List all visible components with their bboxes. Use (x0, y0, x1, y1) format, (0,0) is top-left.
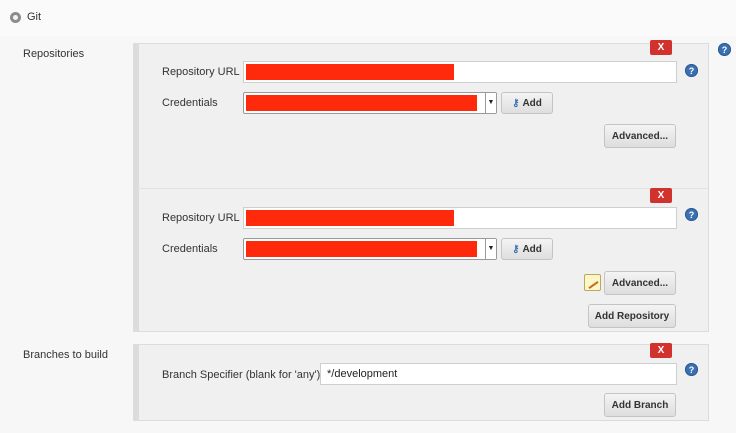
repository-url-help-icon[interactable]: ? (685, 208, 698, 221)
repository-url-label: Repository URL (162, 66, 240, 78)
repositories-help-icon[interactable]: ? (718, 43, 731, 56)
delete-branch-button[interactable]: X (650, 343, 672, 358)
delete-repository-button[interactable]: X (650, 188, 672, 203)
redacted-credentials (246, 95, 477, 111)
advanced-button[interactable]: Advanced... (604, 271, 676, 295)
advanced-button[interactable]: Advanced... (604, 124, 676, 148)
branches-to-build-label: Branches to build (23, 349, 108, 361)
git-radio-button[interactable] (10, 12, 21, 23)
redacted-credentials (246, 241, 477, 257)
redacted-url (246, 210, 454, 226)
branch-specifier-help-icon[interactable]: ? (685, 363, 698, 376)
repositories-label: Repositories (23, 48, 85, 60)
add-credentials-button[interactable]: ⚷ Add (501, 92, 553, 114)
delete-repository-button[interactable]: X (650, 40, 672, 55)
add-branch-button[interactable]: Add Branch (604, 393, 676, 417)
redacted-url (246, 64, 454, 80)
key-icon: ⚷ (512, 243, 520, 255)
add-repository-button[interactable]: Add Repository (588, 304, 676, 328)
branch-specifier-label: Branch Specifier (blank for 'any') (162, 369, 321, 381)
chevron-down-icon[interactable]: ▼ (485, 93, 496, 113)
repository-url-label: Repository URL (162, 212, 240, 224)
notepad-icon (584, 274, 601, 291)
credentials-label: Credentials (162, 97, 218, 109)
add-credentials-button[interactable]: ⚷ Add (501, 238, 553, 260)
credentials-label: Credentials (162, 243, 218, 255)
chevron-down-icon[interactable]: ▼ (485, 239, 496, 259)
repository-divider (138, 188, 709, 189)
git-section-header (0, 0, 736, 36)
key-icon: ⚷ (512, 97, 520, 109)
git-title: Git (27, 11, 42, 23)
repository-url-help-icon[interactable]: ? (685, 64, 698, 77)
branch-specifier-input[interactable]: */development (320, 363, 677, 385)
